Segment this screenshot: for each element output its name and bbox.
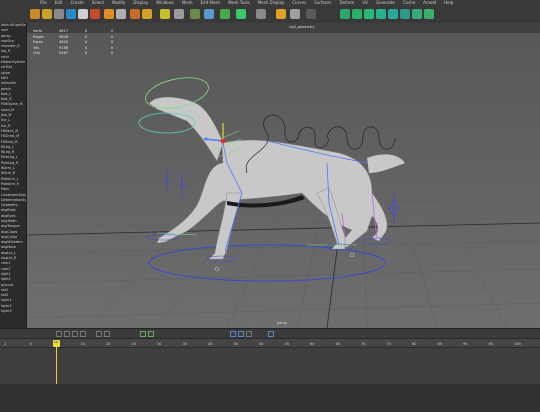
channel-icon[interactable] [56,331,62,337]
wire-icon[interactable] [140,331,146,337]
move-tool-icon[interactable] [42,9,52,19]
cluster-icon[interactable] [130,9,140,19]
ruler-tick: 70 [361,342,366,346]
rotate-tool-icon[interactable] [66,9,76,19]
hypershade-icon[interactable] [388,9,398,19]
viewport[interactable]: rig4_geometry Verts 4617 0 0 Edges 9626 0 0 Face… [27,23,540,328]
constraint-icon[interactable] [220,9,230,19]
hud-icon[interactable] [246,331,252,337]
curve-icon[interactable] [72,331,78,337]
ruler-tick: 55 [284,342,289,346]
ruler-tick: 80 [412,342,417,346]
camera-icon[interactable] [96,331,102,337]
group-icon[interactable] [290,9,300,19]
ruler-tick: 60 [310,342,315,346]
outliner-item[interactable]: layer3 [0,309,26,314]
snap-icon[interactable] [90,9,100,19]
script-icon[interactable] [424,9,434,19]
ground-grid [27,187,540,328]
camera-label: persp [277,321,287,325]
paint-weights-icon[interactable] [204,9,214,19]
outliner-icon[interactable] [400,9,410,19]
joint-icon[interactable] [104,9,114,19]
ruler-tick: 75 [386,342,391,346]
shelf-toolbar [0,6,540,24]
xray-icon[interactable] [230,331,236,337]
jaw-control [138,112,196,134]
render-icon[interactable] [306,9,316,19]
key-strip[interactable] [0,384,540,412]
ruler-tick: 65 [335,342,340,346]
select-tool-icon[interactable] [30,9,40,19]
main-control-circle [148,244,386,282]
trax-icon[interactable] [376,9,386,19]
settings-icon[interactable] [412,9,422,19]
time-ruler: 1510152025303540455055606570758085909510… [0,339,540,348]
orient-icon[interactable] [256,9,266,19]
lattice-icon[interactable] [142,9,152,19]
ruler-tick: 20 [106,342,111,346]
ruler-tick: 85 [437,342,442,346]
outliner-item[interactable]: FKIKSpine_M [0,102,26,107]
outliner-panel: defaultLightSet root persp rootGrp shoulder_… [0,23,27,328]
ruler-tick: 15 [80,342,85,346]
light-icon[interactable] [104,331,110,337]
ruler-tick: 100 [514,342,521,346]
ruler-tick: 45 [233,342,238,346]
key-icon[interactable] [64,331,70,337]
ruler-tick: 30 [157,342,162,346]
wrap-icon[interactable] [174,9,184,19]
graph-icon[interactable] [352,9,362,19]
layer-icon[interactable] [340,9,350,19]
ruler-tick: 90 [463,342,468,346]
ruler-tick: 5 [29,342,32,346]
ruler-tick: 50 [259,342,264,346]
time-slider[interactable]: 1510152025303540455055606570758085909510… [0,338,540,412]
skin-icon[interactable] [190,9,200,19]
ik-icon[interactable] [116,9,126,19]
grid-icon[interactable] [80,331,86,337]
blendshape-icon[interactable] [160,9,170,19]
parent-icon[interactable] [276,9,286,19]
fit-icon[interactable] [268,331,274,337]
ruler-tick: 25 [131,342,136,346]
ruler-tick: 95 [488,342,493,346]
current-frame: 10 [54,340,58,344]
playhead[interactable] [56,341,57,384]
ruler-tick: 1 [4,342,7,346]
dope-icon[interactable] [364,9,374,19]
scene-render [27,77,540,328]
ruler-tick: 35 [182,342,187,346]
text-tool-icon[interactable] [54,9,64,19]
aim-icon[interactable] [236,9,246,19]
tail-spiral [326,126,396,150]
scale-tool-icon[interactable] [78,9,88,19]
tail [367,154,405,173]
dog-mesh [148,97,388,260]
ruler-tick: 40 [208,342,213,346]
iso-icon[interactable] [238,331,244,337]
shade-icon[interactable] [148,331,154,337]
